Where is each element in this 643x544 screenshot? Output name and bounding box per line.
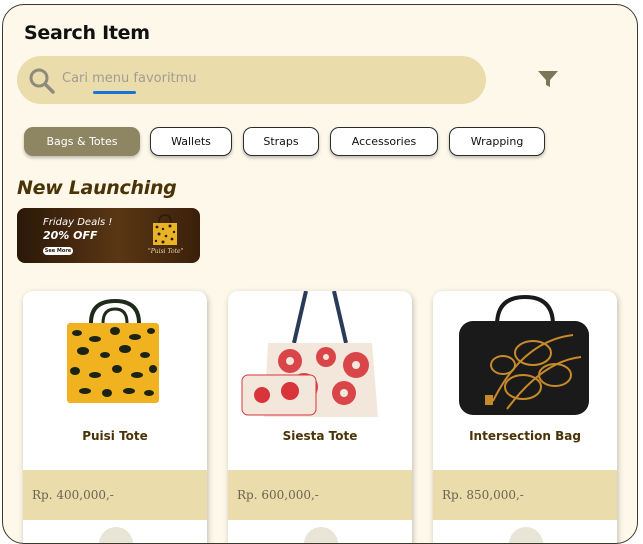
search-bar[interactable]: Cari menu favoritmu (17, 56, 486, 104)
product-image (241, 291, 378, 417)
page-title: Search Item (24, 22, 150, 44)
banner-headline: Friday Deals ! (43, 217, 113, 228)
search-icon (29, 68, 55, 94)
see-more-button[interactable]: See More (43, 247, 73, 255)
banner-caption: "Puisi Tote" (148, 248, 184, 255)
product-image (459, 294, 589, 415)
bag-thumbnail (153, 214, 177, 245)
section-title: New Launching (17, 177, 177, 199)
product-name: Siesta Tote (282, 429, 358, 443)
product-price: Rp. 850,000,- (442, 488, 524, 502)
product-name: Intersection Bag (469, 429, 581, 443)
chip-wallets[interactable]: Wallets (150, 127, 232, 156)
chip-accessories[interactable]: Accessories (330, 127, 438, 156)
chip-wrapping[interactable]: Wrapping (449, 127, 545, 156)
spellcheck-underline (93, 91, 136, 94)
product-card[interactable]: Siesta Tote Rp. 600,000,- (228, 291, 412, 543)
promo-banner[interactable]: Friday Deals ! 20% OFF See More "Puisi T… (17, 208, 200, 263)
chip-straps[interactable]: Straps (243, 127, 319, 156)
product-price: Rp. 400,000,- (32, 488, 114, 502)
search-input[interactable]: Cari menu favoritmu (62, 71, 197, 86)
product-name: Puisi Tote (82, 429, 148, 443)
filter-icon[interactable] (537, 69, 559, 89)
product-card[interactable]: Puisi Tote Rp. 400,000,- (23, 291, 207, 543)
product-price: Rp. 600,000,- (237, 488, 319, 502)
chip-bags-totes[interactable]: Bags & Totes (24, 127, 140, 156)
banner-discount: 20% OFF (43, 229, 98, 242)
app-frame: Search Item Cari menu favoritmu Bags & T… (2, 4, 638, 544)
product-image (67, 298, 159, 403)
product-card[interactable]: Intersection Bag Rp. 850,000,- (433, 291, 617, 543)
